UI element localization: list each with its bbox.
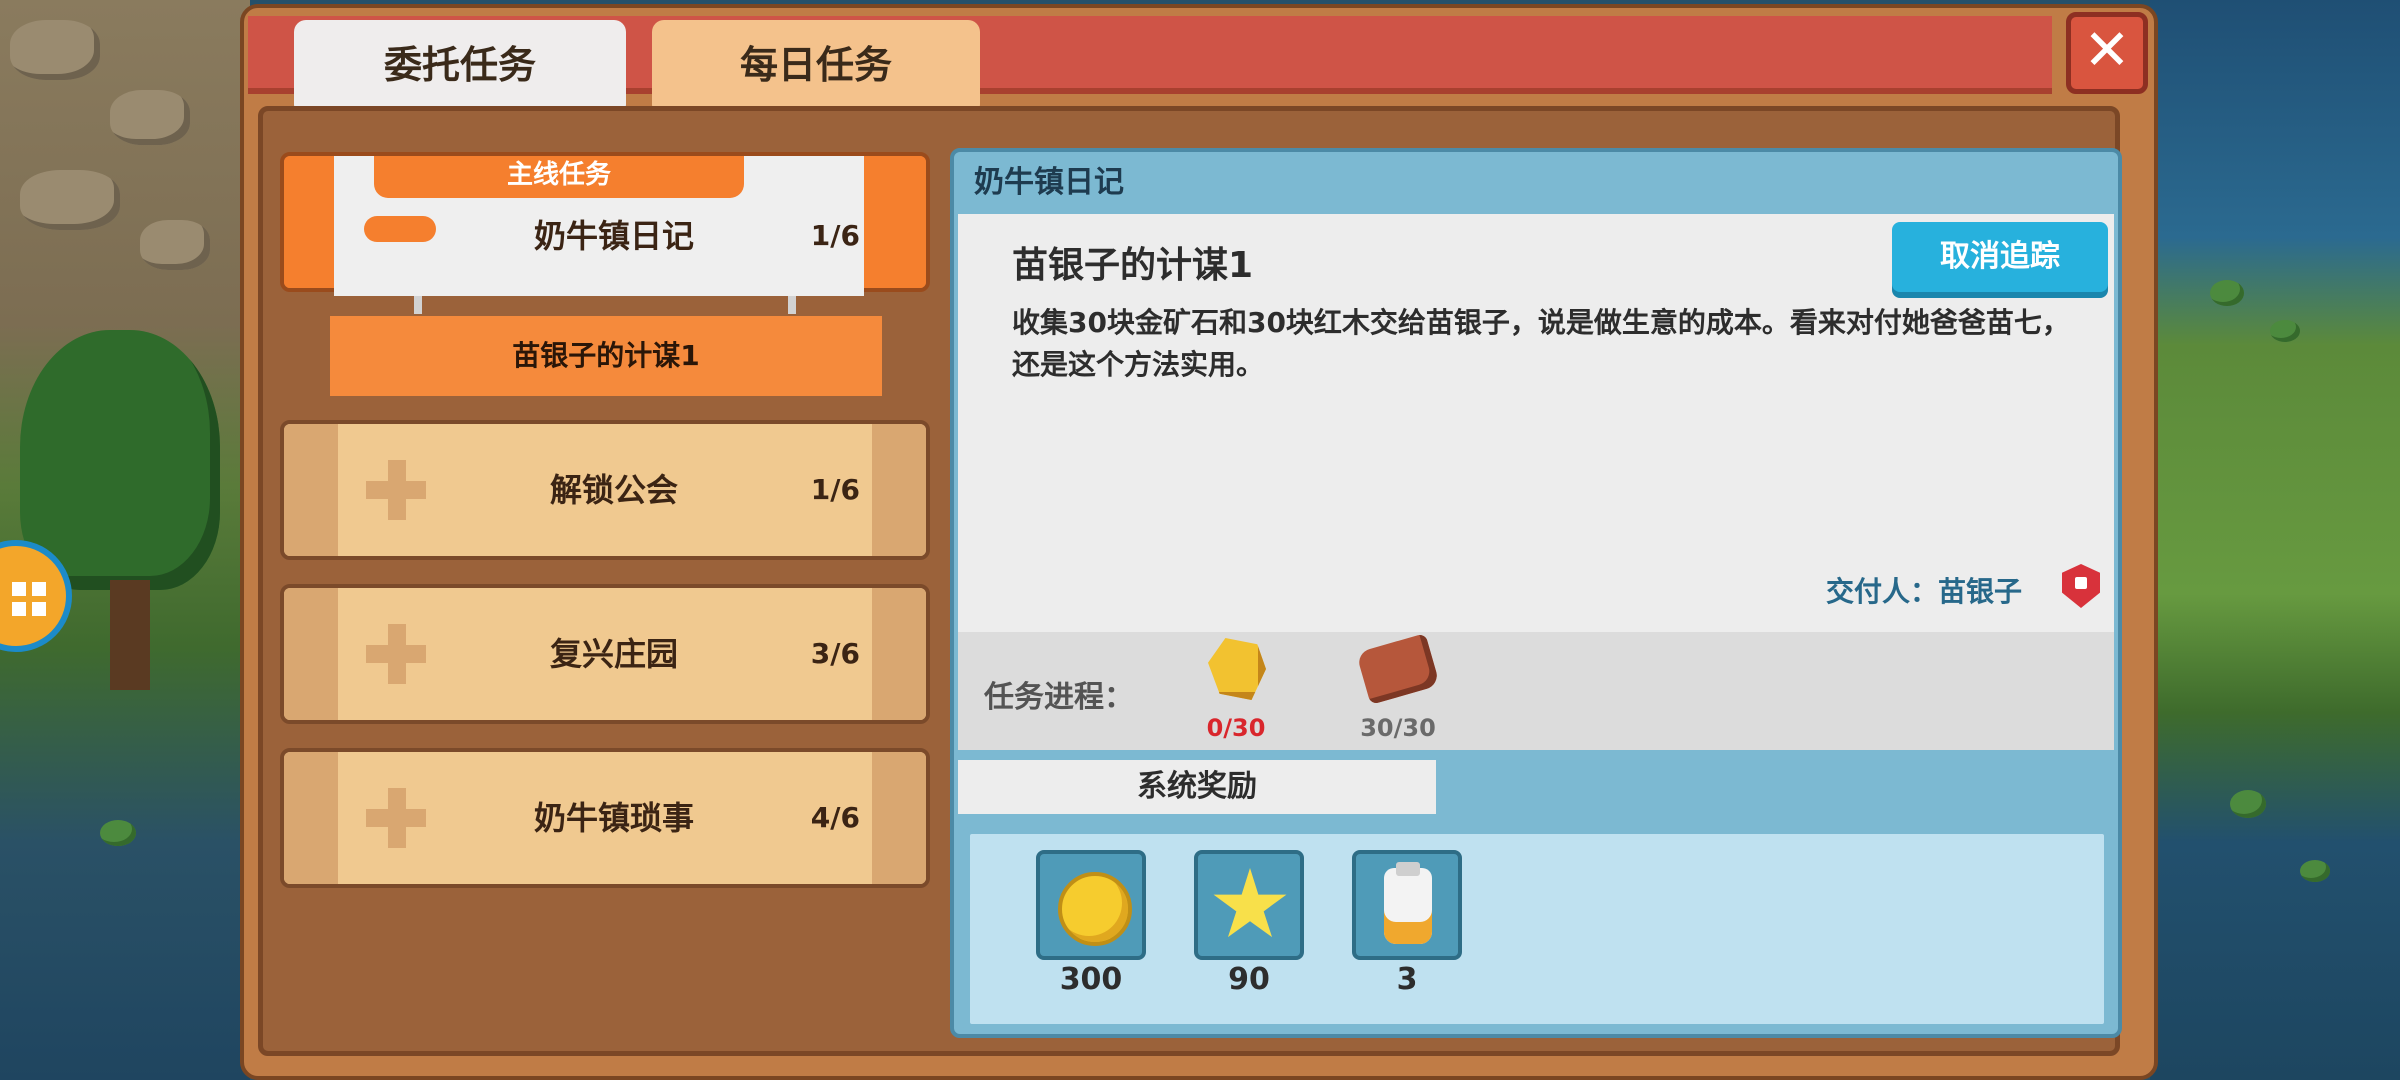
quest-description: 收集30块金矿石和30块红木交给苗银子，说是做生意的成本。看来对付她爸爸苗七，还… bbox=[1012, 306, 2070, 381]
gold-coin-icon bbox=[1058, 872, 1132, 946]
progress-label: 任务进程： bbox=[984, 680, 1134, 715]
expand-plus-icon bbox=[366, 788, 426, 848]
quest-name: 奶牛镇日记 bbox=[533, 217, 694, 255]
gold-ore-count: 0/30 bbox=[1206, 714, 1266, 742]
quest-progress: 1/6 bbox=[810, 473, 860, 506]
tab-commission-quests[interactable]: 委托任务 bbox=[294, 20, 626, 110]
quest-name: 解锁公会 bbox=[549, 471, 678, 509]
tree-trunk bbox=[110, 580, 150, 690]
sub-quest-item[interactable]: 苗银子的计谋1 bbox=[330, 316, 882, 396]
rock-icon bbox=[110, 90, 190, 145]
milk-bottle-icon bbox=[1384, 862, 1432, 944]
quest-progress: 3/6 bbox=[810, 637, 860, 670]
red-wood-count: 30/30 bbox=[1360, 714, 1436, 742]
rock-icon bbox=[140, 220, 210, 270]
quest-giver: 交付人：苗银子 bbox=[1826, 575, 2023, 608]
star-icon bbox=[1213, 868, 1287, 938]
quest-item-town-chores[interactable]: 奶牛镇琐事 4/6 bbox=[280, 748, 930, 888]
right-scenery bbox=[2150, 0, 2400, 1080]
reward-amount: 300 bbox=[1059, 962, 1123, 997]
reward-slot-milk[interactable] bbox=[1352, 850, 1462, 960]
close-icon: ✕ bbox=[2083, 18, 2131, 83]
reward-slot-star[interactable] bbox=[1194, 850, 1304, 960]
lily-pad-icon bbox=[2270, 320, 2300, 342]
lily-pad-icon bbox=[2210, 280, 2244, 306]
rock-icon bbox=[10, 20, 100, 80]
expand-plus-icon bbox=[366, 460, 426, 520]
reward-tab: 系统奖励 bbox=[958, 756, 1444, 814]
quest-name: 奶牛镇琐事 bbox=[533, 799, 694, 837]
rock-icon bbox=[20, 170, 120, 230]
lily-pad-icon bbox=[2230, 790, 2266, 818]
reward-slot-coin[interactable] bbox=[1036, 850, 1146, 960]
close-button[interactable]: ✕ bbox=[2066, 12, 2148, 94]
reward-amount: 90 bbox=[1228, 962, 1270, 997]
quest-progress: 4/6 bbox=[810, 801, 860, 834]
expand-plus-icon bbox=[366, 624, 426, 684]
collapse-icon[interactable] bbox=[364, 216, 436, 242]
lily-pad-icon bbox=[2300, 860, 2330, 882]
reward-amount: 3 bbox=[1396, 962, 1418, 997]
quest-item-unlock-guild[interactable]: 解锁公会 1/6 bbox=[280, 420, 930, 560]
lily-pad-icon bbox=[100, 820, 136, 846]
left-scenery bbox=[0, 0, 250, 1080]
quest-title: 苗银子的计谋1 bbox=[1012, 245, 1254, 286]
quest-progress: 1/6 bbox=[810, 219, 860, 252]
detail-header: 奶牛镇日记 bbox=[974, 165, 1124, 200]
grid-icon bbox=[12, 582, 48, 618]
quest-item-revive-manor[interactable]: 复兴庄园 3/6 bbox=[280, 584, 930, 724]
quest-item-main[interactable]: 主线任务 奶牛镇日记 1/6 bbox=[280, 152, 930, 296]
tab-daily-quests[interactable]: 每日任务 bbox=[652, 20, 980, 110]
quest-name: 复兴庄园 bbox=[549, 635, 678, 673]
untrack-button[interactable]: 取消追踪 bbox=[1892, 222, 2108, 292]
